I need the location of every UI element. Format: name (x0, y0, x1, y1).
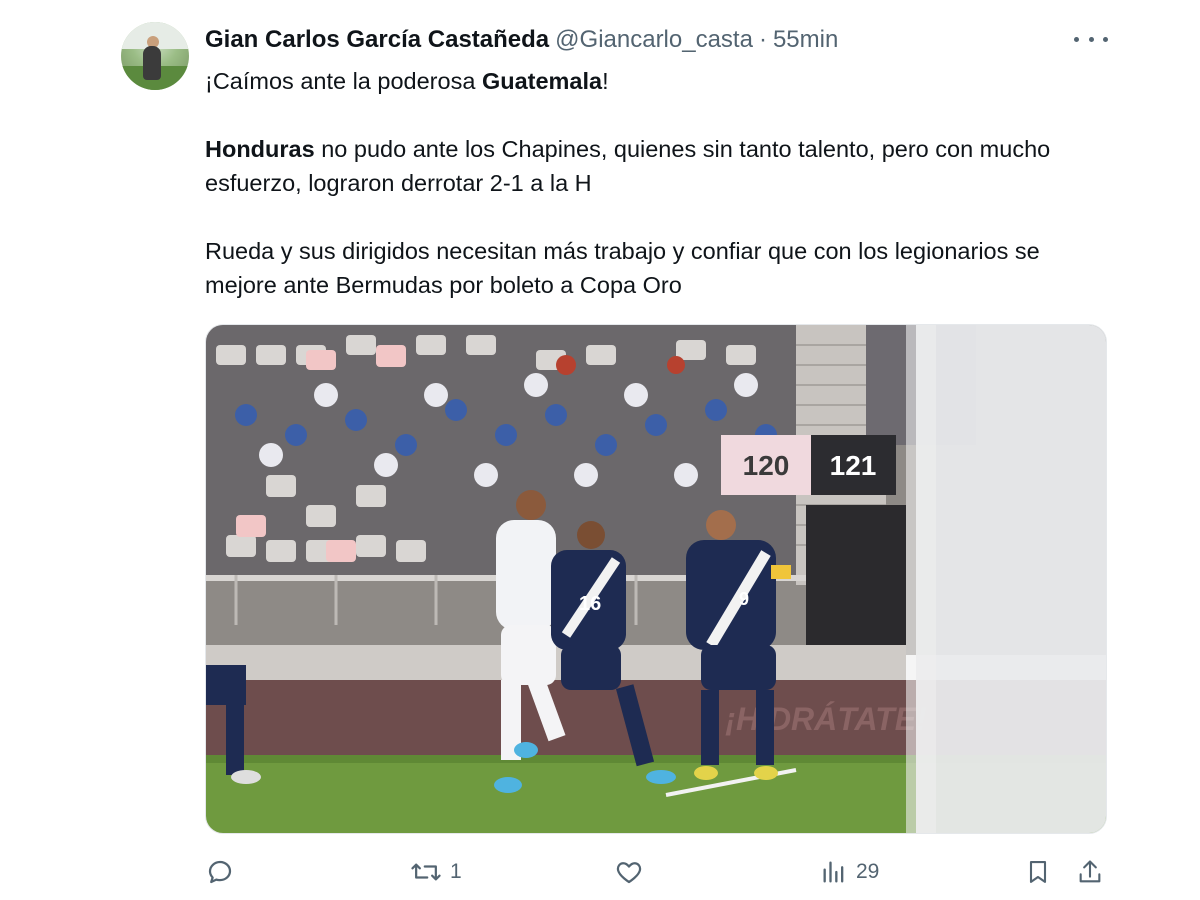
board-left-number: 120 (743, 450, 790, 481)
retweet-count: 1 (450, 860, 462, 883)
tweet-paragraph-1: ¡Caímos ante la poderosa Guatemala! (205, 64, 1105, 98)
tweet-header: Gian Carlos García Castañeda @Giancarlo_… (205, 26, 838, 54)
stadium-photo: 120 121 ¡HIDRÁTATE! 16 9 (206, 325, 1106, 833)
board-right-number: 121 (830, 450, 877, 481)
tweet-timestamp[interactable]: 55min (773, 26, 838, 54)
retweet-icon (411, 863, 441, 881)
tweet-text-span: ¡Caímos ante la poderosa (205, 68, 482, 94)
tweet-photo[interactable]: 120 121 ¡HIDRÁTATE! 16 9 (205, 324, 1107, 834)
avatar-person (143, 46, 161, 80)
jersey-number-16: 16 (579, 593, 601, 615)
retweet-button[interactable]: 1 (410, 850, 462, 894)
author-avatar[interactable] (121, 22, 189, 90)
like-button[interactable] (614, 850, 644, 894)
tweet-actions: 1 29 (0, 850, 1200, 894)
blur-edge (906, 325, 936, 833)
bookmark-button[interactable] (1024, 850, 1052, 894)
share-icon (1079, 860, 1101, 883)
share-button[interactable] (1076, 850, 1104, 894)
more-dot (1088, 36, 1094, 42)
reply-button[interactable] (205, 850, 235, 894)
views-count: 29 (856, 860, 880, 883)
reply-icon (208, 860, 232, 884)
more-dot (1074, 36, 1079, 42)
author-name[interactable]: Gian Carlos García Castañeda (205, 26, 549, 54)
jersey-number-9: 9 (739, 589, 749, 609)
tweet-paragraph-2: Honduras no pudo ante los Chapines, quie… (205, 132, 1105, 200)
tweet-text-span: no pudo ante los Chapines, quienes sin t… (205, 136, 1051, 196)
tunnel (806, 505, 906, 655)
views-button[interactable]: 29 (820, 850, 879, 894)
blurred-foreground (916, 325, 1106, 833)
more-options-icon[interactable] (1074, 28, 1108, 50)
tweet-paragraph-3: Rueda y sus dirigidos necesitan más trab… (205, 238, 1040, 298)
author-handle[interactable]: @Giancarlo_casta (555, 26, 753, 54)
header-separator: · (758, 26, 767, 53)
tweet-bold-span: Guatemala (481, 68, 603, 94)
ad-banner-text: ¡HIDRÁTATE! (725, 701, 927, 737)
tweet-body: ¡Caímos ante la poderosa Guatemala! Hond… (205, 64, 1105, 302)
tweet-text-span: ! (602, 68, 609, 94)
views-icon (823, 861, 844, 883)
heart-icon (616, 862, 642, 884)
tweet-bold-span: Honduras (205, 136, 315, 162)
bookmark-icon (1029, 861, 1047, 883)
more-dot (1103, 36, 1108, 42)
